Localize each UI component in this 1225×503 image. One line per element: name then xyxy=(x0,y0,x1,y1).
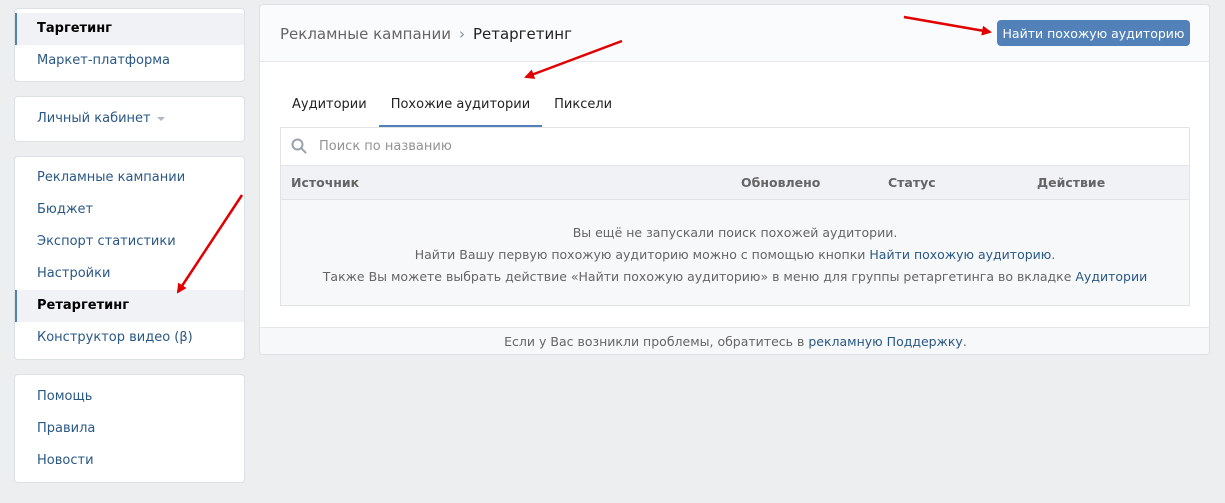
annotation-arrow-retargeting xyxy=(176,194,244,294)
